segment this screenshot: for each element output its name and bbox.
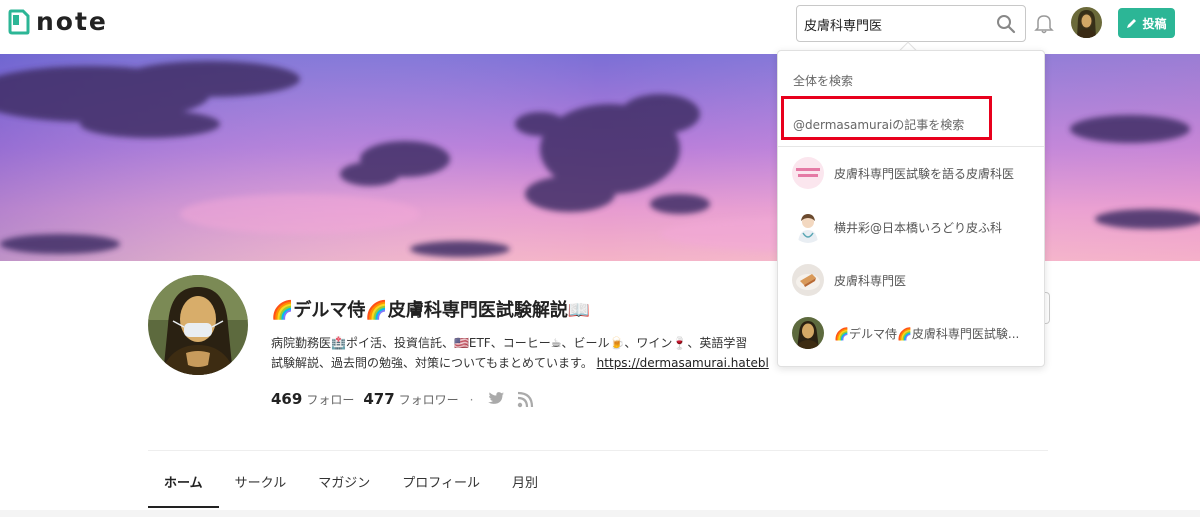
- profile-name: 🌈デルマ侍🌈皮膚科専門医試験解説📖: [271, 300, 591, 321]
- search-suggestions-dropdown: 全体を検索 @dermasamuraiの記事を検索 皮膚科専門医試験を語る皮膚科…: [777, 50, 1045, 367]
- user-avatar[interactable]: [1071, 7, 1102, 38]
- follow-label[interactable]: フォロー: [306, 391, 354, 408]
- search-icon[interactable]: [996, 14, 1016, 34]
- profile-bio: 病院勤務医🏥ポイ活、投資信託、🇺🇸ETF、コーヒー☕、ビール🍺、ワイン🍷、英語学…: [271, 333, 811, 373]
- tab-magazine[interactable]: マガジン: [302, 460, 386, 508]
- suggestion-label: 皮膚科専門医: [834, 273, 907, 288]
- twitter-icon[interactable]: [487, 391, 505, 407]
- tab-monthly[interactable]: 月別: [496, 460, 554, 508]
- doctor-illustration-avatar: [792, 211, 824, 243]
- suggestion-item[interactable]: 皮膚科専門医: [778, 255, 1044, 305]
- suggestion-item[interactable]: 横井彩@日本橋いろどり皮ふ科: [778, 202, 1044, 252]
- mona-lisa-avatar: [792, 317, 824, 349]
- profile-avatar: [148, 275, 248, 375]
- bio-line-2: 試験解説、過去問の勉強、対策についてもまとめています。: [271, 356, 593, 370]
- follower-count[interactable]: 477: [363, 390, 394, 408]
- bio-link[interactable]: https://dermasamurai.hatebl: [597, 356, 769, 370]
- search-box[interactable]: [796, 5, 1026, 42]
- search-user-articles-option[interactable]: @dermasamuraiの記事を検索: [793, 116, 964, 133]
- post-button[interactable]: 投稿: [1118, 8, 1175, 38]
- profile-tabs: ホーム サークル マガジン プロフィール 月別: [148, 460, 554, 508]
- follower-label[interactable]: フォロワー: [399, 391, 459, 408]
- rss-icon[interactable]: [517, 391, 534, 408]
- separator-dot: ·: [469, 393, 474, 407]
- food-photo-avatar: [792, 264, 824, 296]
- bottom-strip: [0, 510, 1200, 517]
- site-header: note 投稿: [0, 0, 1200, 54]
- suggestion-item[interactable]: 🌈デルマ侍🌈皮膚科専門医試験...: [778, 308, 1044, 358]
- pink-text-avatar: [792, 157, 824, 189]
- note-logo-icon: [8, 9, 30, 35]
- search-all-option[interactable]: 全体を検索: [793, 72, 853, 89]
- post-button-label: 投稿: [1142, 16, 1167, 31]
- pencil-icon: [1127, 19, 1137, 28]
- suggestion-label: 横井彩@日本橋いろどり皮ふ科: [834, 220, 1003, 235]
- profile-stats: 469 フォロー 477 フォロワー ·: [271, 390, 485, 408]
- bell-icon[interactable]: [1033, 12, 1055, 34]
- tab-circle[interactable]: サークル: [219, 460, 303, 508]
- dropdown-separator: [778, 146, 1044, 147]
- tab-profile[interactable]: プロフィール: [386, 460, 496, 508]
- note-logo[interactable]: note: [8, 9, 108, 35]
- suggestion-item[interactable]: 皮膚科専門医試験を語る皮膚科医: [778, 148, 1044, 198]
- follow-count[interactable]: 469: [271, 390, 302, 408]
- bio-line-1: 病院勤務医🏥ポイ活、投資信託、🇺🇸ETF、コーヒー☕、ビール🍺、ワイン🍷、英語学…: [271, 336, 748, 350]
- search-input[interactable]: [804, 13, 994, 35]
- suggestion-label: 🌈デルマ侍🌈皮膚科専門医試験...: [834, 326, 1020, 341]
- logo-text: note: [36, 7, 108, 36]
- section-divider: [148, 450, 1048, 451]
- tab-home[interactable]: ホーム: [148, 460, 219, 508]
- suggestion-label: 皮膚科専門医試験を語る皮膚科医: [834, 166, 1015, 181]
